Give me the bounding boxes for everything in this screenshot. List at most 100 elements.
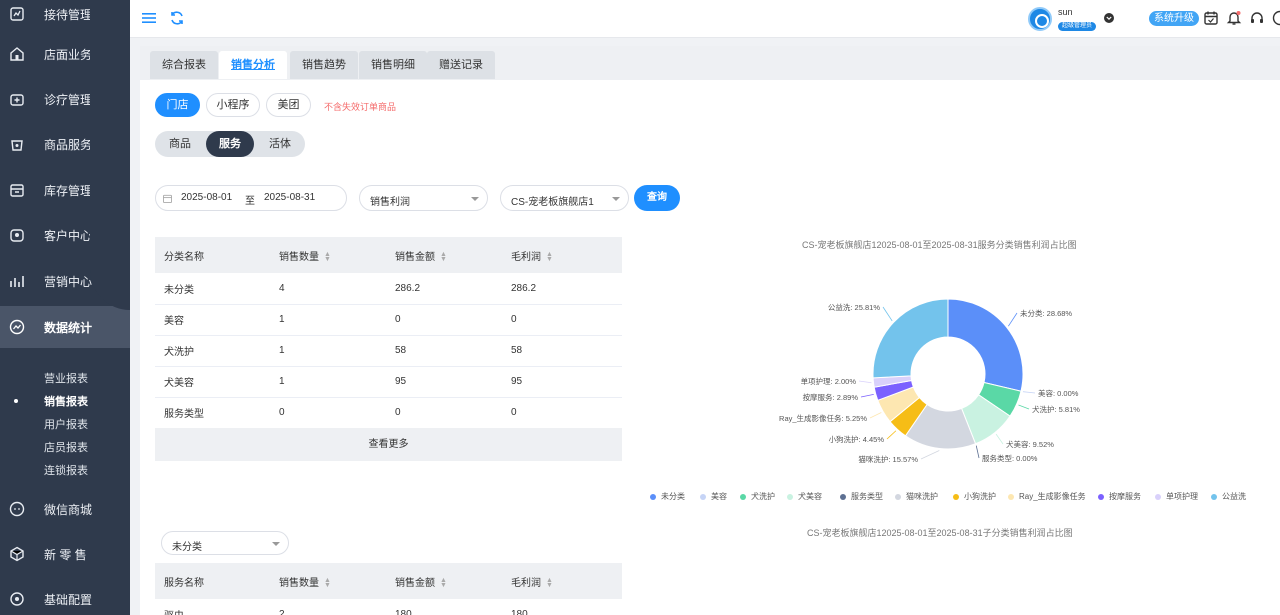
- legend-item-0[interactable]: 未分类: [650, 491, 685, 502]
- sidebar-item-label: 库存管理: [44, 183, 93, 198]
- column-header[interactable]: 服务名称: [155, 563, 270, 599]
- wechat-mall-icon: [9, 501, 25, 517]
- tab-3[interactable]: 销售明细: [359, 51, 427, 79]
- store-icon: [10, 47, 24, 61]
- legend-item-3[interactable]: 犬美容: [787, 491, 822, 502]
- pie-label-line-6: [886, 430, 897, 440]
- bell-icon[interactable]: [1226, 10, 1242, 26]
- table-row: 驱虫2180180: [155, 599, 622, 615]
- sort-icon[interactable]: ▲ ▼: [546, 251, 553, 263]
- column-header[interactable]: 销售金额 ▲ ▼: [386, 563, 502, 599]
- segment-1[interactable]: 服务: [206, 131, 254, 157]
- sidebar-item-label: 营销中心: [44, 274, 93, 289]
- sort-icon[interactable]: ▲ ▼: [440, 577, 447, 589]
- column-header[interactable]: 销售数量 ▲ ▼: [270, 237, 386, 273]
- sidebar-item-8[interactable]: 微信商城: [0, 489, 130, 529]
- top-header: sun 超级管理员 系统升级: [130, 0, 1280, 38]
- table-cell: 180: [386, 599, 502, 615]
- table-cell: 0: [502, 397, 622, 429]
- segment-0[interactable]: 商品: [156, 131, 204, 157]
- column-header[interactable]: 销售数量 ▲ ▼: [270, 563, 386, 599]
- view-more-button[interactable]: 查看更多: [155, 428, 622, 461]
- sub-category-select[interactable]: 未分类: [161, 531, 289, 555]
- channel-1[interactable]: 小程序: [206, 93, 260, 117]
- sidebar-subitem-2[interactable]: 用户报表: [44, 416, 88, 432]
- pie-label-2: 犬洗护: 5.81%: [1032, 404, 1080, 414]
- pie-slice-0[interactable]: [947, 298, 1024, 392]
- sidebar-subitem-3[interactable]: 店员报表: [44, 439, 88, 455]
- menu-toggle-icon[interactable]: [141, 10, 157, 26]
- pie-label-line-5: [920, 450, 940, 460]
- legend-item-9[interactable]: 单项护理: [1155, 491, 1198, 502]
- legend-dot: [1211, 493, 1217, 500]
- sidebar-item-7[interactable]: 数据统计: [0, 306, 130, 348]
- user-dropdown-icon[interactable]: [1104, 13, 1114, 23]
- tab-2[interactable]: 销售趋势: [290, 51, 358, 79]
- table-cell: 犬美容: [155, 366, 270, 398]
- system-upgrade-button[interactable]: 系统升级: [1149, 11, 1199, 26]
- table-row: 美容 1 0 0: [155, 304, 622, 336]
- legend-dot: [1155, 493, 1161, 500]
- pie-slice-10[interactable]: [872, 298, 949, 379]
- store-select[interactable]: CS-宠老板旗舰店1: [500, 185, 629, 211]
- legend-item-6[interactable]: 小狗洗护: [953, 491, 996, 502]
- headset-icon[interactable]: [1249, 10, 1265, 26]
- segment-2[interactable]: 活体: [256, 131, 304, 157]
- column-header[interactable]: 销售金额 ▲ ▼: [386, 237, 502, 273]
- table-cell: 服务类型: [155, 397, 270, 429]
- channel-2[interactable]: 美团: [266, 93, 311, 117]
- table-cell: 0: [386, 304, 502, 336]
- sidebar-item-label: 客户中心: [44, 228, 93, 243]
- date-range-picker[interactable]: 2025-08-01 至 2025-08-31: [155, 185, 347, 211]
- sidebar-item-label: 数据统计: [44, 320, 93, 335]
- channel-note: 不含失效订单商品: [324, 102, 397, 112]
- sort-icon[interactable]: ▲ ▼: [440, 251, 447, 263]
- date-start[interactable]: 2025-08-01: [181, 192, 232, 203]
- table-cell: 4: [270, 273, 386, 305]
- date-end[interactable]: 2025-08-31: [264, 192, 315, 203]
- pie-label-6: 小狗洗护: 4.45%: [829, 434, 885, 444]
- refresh-icon[interactable]: [169, 10, 185, 26]
- tab-1[interactable]: 销售分析: [219, 51, 287, 79]
- legend-dot: [1098, 493, 1104, 500]
- query-button[interactable]: 查询: [634, 185, 680, 211]
- legend-item-2[interactable]: 犬洗护: [740, 491, 775, 502]
- sidebar-item-10[interactable]: 基础配置: [0, 579, 130, 615]
- legend-item-7[interactable]: Ray_生成影像任务: [1008, 491, 1086, 502]
- table-cell: 0: [270, 397, 386, 429]
- legend-label: 猫咪洗护: [906, 492, 938, 501]
- sort-icon[interactable]: ▲ ▼: [324, 251, 331, 263]
- tab-0[interactable]: 综合报表: [150, 51, 218, 79]
- column-header[interactable]: 毛利润 ▲ ▼: [502, 563, 622, 599]
- column-header[interactable]: 毛利润 ▲ ▼: [502, 237, 622, 273]
- legend-item-4[interactable]: 服务类型: [840, 491, 883, 502]
- sort-icon[interactable]: ▲ ▼: [546, 577, 553, 589]
- legend-item-5[interactable]: 猫咪洗护: [895, 491, 938, 502]
- sort-icon[interactable]: ▲ ▼: [324, 577, 331, 589]
- help-icon[interactable]: [1272, 10, 1280, 26]
- pie-label-line-0: [1008, 312, 1018, 327]
- pie-label-line-10: [882, 306, 893, 322]
- sidebar-subitem-1[interactable]: 销售报表: [44, 393, 88, 409]
- sidebar-subitem-0[interactable]: 营业报表: [44, 370, 88, 386]
- sidebar-item-label: 商品服务: [44, 137, 93, 152]
- calendar-small-icon: [163, 194, 172, 203]
- sidebar-subitem-4[interactable]: 连锁报表: [44, 462, 88, 478]
- column-header[interactable]: 分类名称: [155, 237, 270, 273]
- avatar[interactable]: [1028, 7, 1052, 31]
- table-cell: 180: [502, 599, 622, 615]
- legend-label: Ray_生成影像任务: [1019, 492, 1086, 501]
- pie-label-line-4: [975, 445, 980, 459]
- legend-item-1[interactable]: 美容: [700, 491, 727, 502]
- legend-item-10[interactable]: 公益洗: [1211, 491, 1246, 502]
- pie-label-line-8: [860, 393, 874, 398]
- channel-0[interactable]: 门店: [155, 93, 200, 117]
- tab-4[interactable]: 赠送记录: [427, 51, 495, 79]
- sidebar-item-9[interactable]: 新 零 售: [0, 534, 130, 574]
- table-cell: 286.2: [502, 273, 622, 305]
- calendar-icon[interactable]: [1203, 10, 1219, 26]
- chevron-down-icon: [272, 542, 280, 546]
- settings-icon: [10, 592, 24, 606]
- metric-select[interactable]: 销售利润: [359, 185, 488, 211]
- legend-item-8[interactable]: 按摩服务: [1098, 491, 1141, 502]
